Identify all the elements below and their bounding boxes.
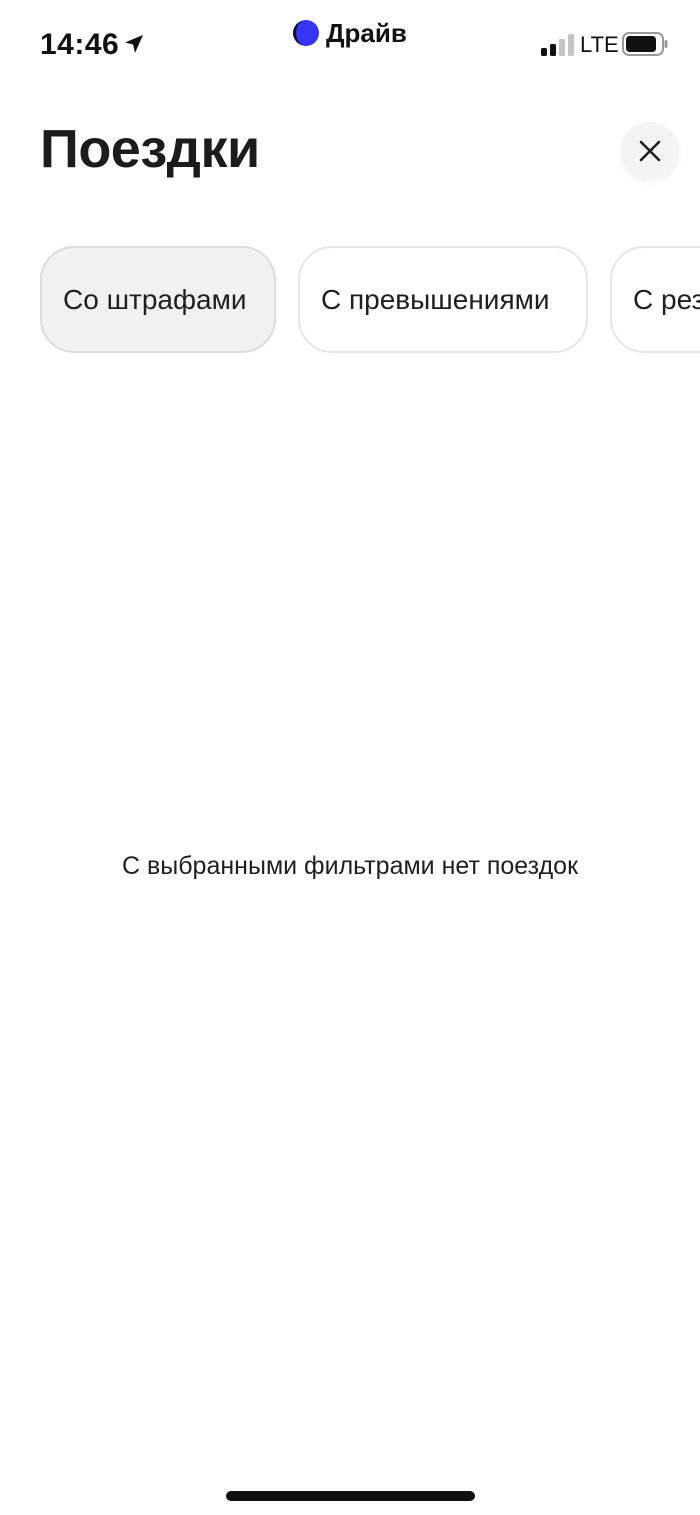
page-title: Поездки [40,119,260,179]
filter-chips: Со штрафами С превышениями С резервом [0,246,700,354]
drive-logo-icon [293,20,319,46]
location-arrow-icon [125,35,143,53]
close-button[interactable] [621,122,679,180]
app-brand: Драйв [292,16,407,50]
signal-bars-icon [541,34,574,56]
close-icon [639,140,661,162]
empty-state-message: С выбранными фильтрами нет поездок [121,852,579,880]
filter-chip-speeding[interactable]: С превышениями [298,246,588,353]
trips-screen: 14:46 Драйв LTE Поездки Со штрафами С пр… [0,0,700,1515]
filter-chip-reserve[interactable]: С резервом [610,246,700,353]
battery-icon [622,32,668,56]
network-type: LTE [580,32,619,57]
app-name: Драйв [326,17,407,48]
status-time: 14:46 [40,28,120,61]
filter-chip-penalties[interactable]: Со штрафами [40,246,276,353]
home-indicator[interactable] [226,1491,475,1501]
status-bar: 14:46 Драйв LTE [0,0,700,90]
